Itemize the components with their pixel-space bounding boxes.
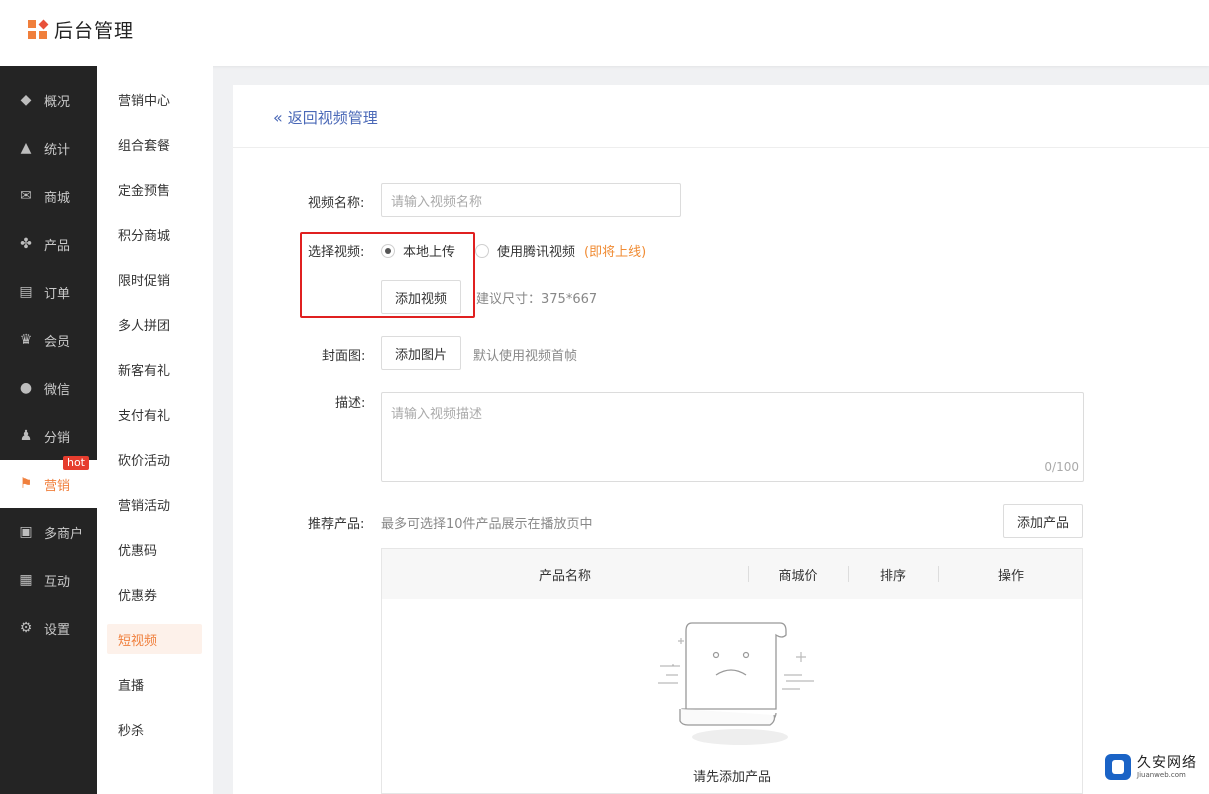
watermark-subtitle: Jiuanweb.com (1137, 770, 1186, 779)
submenu-item[interactable]: 直播 (97, 662, 213, 707)
sidebar-item-label: 会员 (44, 334, 71, 350)
hot-badge: hot (62, 456, 89, 470)
empty-state-text: 请先添加产品 (692, 770, 771, 785)
users-icon: ♟ (19, 428, 33, 444)
sidebar-item-label: 商城 (44, 190, 71, 206)
submenu-item[interactable]: 支付有礼 (97, 392, 213, 437)
grid-icon: ✤ (20, 236, 32, 252)
table-header: 产品名称 商城价 排序 操作 (382, 549, 1082, 599)
submenu-item[interactable]: 营销活动 (97, 482, 213, 527)
column-actions: 操作 (997, 568, 1024, 584)
sidebar-item-3[interactable]: ✤ 产品 (0, 220, 97, 268)
secondary-sidebar: 营销中心 组合套餐 定金预售 积分商城 限时促销 多人拼团 新客有礼 支付有礼 砍价活动 营销活动… (97, 66, 213, 794)
submenu-item[interactable]: 限时促销 (97, 257, 213, 302)
coming-soon-note: (即将上线) (584, 245, 647, 260)
radio-unchecked-icon (475, 243, 489, 258)
submenu-item[interactable]: 积分商城 (97, 212, 213, 257)
app-logo[interactable]: 后台管理 (28, 16, 134, 43)
sidebar-item-label: 概况 (44, 94, 71, 110)
submenu-item[interactable]: 定金预售 (97, 167, 213, 212)
sidebar-item-9[interactable]: ▣ 多商户 (0, 508, 97, 556)
size-hint: 建议尺寸：375*667 (476, 292, 598, 307)
description-label: 描述: (335, 396, 366, 411)
sidebar-item-1[interactable]: ▲ 统计 (0, 124, 97, 172)
submenu-item[interactable]: 砍价活动 (97, 437, 213, 482)
description-textarea[interactable]: 请输入视频描述 0/100 (381, 392, 1084, 482)
watermark: 久安网络 Jiuanweb.com (1105, 754, 1197, 780)
header-divider (233, 147, 1209, 148)
watermark-title: 久安网络 (1137, 754, 1197, 771)
sidebar-item-label: 产品 (44, 238, 71, 254)
gear-icon: ⚙ (19, 620, 33, 636)
sidebar-item-label: 分销 (44, 430, 71, 446)
app-title: 后台管理 (54, 20, 135, 42)
video-name-label: 视频名称: (308, 196, 365, 211)
submenu-item[interactable]: 组合套餐 (97, 122, 213, 167)
store-icon: ▣ (19, 524, 33, 540)
submenu-item[interactable]: 优惠码 (97, 527, 213, 572)
sidebar-item-11[interactable]: ⚙ 设置 (0, 604, 97, 652)
sidebar-item-label: 统计 (44, 142, 71, 158)
column-product-name: 产品名称 (538, 568, 591, 584)
sidebar-item-label: 互动 (44, 574, 71, 590)
chart-icon: ▲ (20, 140, 32, 156)
sidebar-item-4[interactable]: ▤ 订单 (0, 268, 97, 316)
char-count: 0/100 (1044, 460, 1079, 474)
add-image-button[interactable]: 添加图片 (381, 336, 461, 370)
mail-icon: ✉ (20, 188, 32, 204)
column-price: 商城价 (778, 568, 818, 584)
flag-icon: ⚑ (19, 476, 33, 492)
sidebar-item-7[interactable]: ♟ 分销 (0, 412, 97, 460)
sidebar-item-6[interactable]: ● 微信 (0, 364, 97, 412)
primary-sidebar: ◆ 概况 ▲ 统计 ✉ 商城 ✤ 产品 ▤ 订单 ♛ 会员 ● 微信 ♟ 分销 ⚑ 营销 hot ▣ 多商户 ▦ 互动 ⚙ 设置 (0, 66, 97, 794)
sidebar-item-10[interactable]: ▦ 互动 (0, 556, 97, 604)
product-table: 产品名称 商城价 排序 操作 请先添加产品 (381, 548, 1083, 794)
sidebar-item-label: 设置 (44, 622, 71, 638)
sidebar-item-label: 营销 (44, 478, 71, 494)
submenu-item[interactable]: 新客有礼 (97, 347, 213, 392)
sidebar-item-5[interactable]: ♛ 会员 (0, 316, 97, 364)
submenu-item[interactable]: 短视频 (107, 624, 202, 654)
back-link-label: 返回视频管理 (287, 109, 378, 127)
video-name-input[interactable]: 请输入视频名称 (381, 183, 681, 217)
submenu-item[interactable]: 秒杀 (97, 707, 213, 752)
top-header: 后台管理 (0, 0, 1209, 66)
sidebar-item-label: 多商户 (44, 526, 84, 542)
layers-icon: ◆ (20, 92, 32, 108)
sidebar-item-label: 微信 (44, 382, 71, 398)
watermark-logo-icon (1105, 754, 1131, 780)
sidebar-item-0[interactable]: ◆ 概况 (0, 76, 97, 124)
sidebar-item-label: 订单 (44, 286, 71, 302)
chat-icon: ● (19, 380, 33, 396)
back-link[interactable]: ‹‹ 返回视频管理 (273, 107, 378, 128)
submenu-item[interactable]: 营销中心 (97, 77, 213, 122)
sidebar-item-8[interactable]: ⚑ 营销 hot (0, 456, 97, 508)
empty-document-icon (658, 622, 814, 745)
add-product-button[interactable]: 添加产品 (1003, 504, 1083, 538)
description-placeholder: 请输入视频描述 (391, 407, 483, 422)
recommended-products-label: 推荐产品: (308, 517, 365, 532)
double-chevron-left-icon: ‹‹ (273, 108, 283, 127)
radio-tencent-label: 使用腾讯视频 (497, 245, 576, 260)
products-hint: 最多可选择10件产品展示在播放页中 (381, 517, 593, 532)
cover-label: 封面图: (322, 349, 366, 364)
apps-icon: ▦ (19, 572, 33, 588)
submenu-item[interactable]: 多人拼团 (97, 302, 213, 347)
cover-hint: 默认使用视频首帧 (473, 349, 578, 364)
sidebar-item-2[interactable]: ✉ 商城 (0, 172, 97, 220)
logo-icon (28, 19, 49, 40)
crown-icon: ♛ (19, 332, 33, 348)
clipboard-icon: ▤ (19, 284, 33, 300)
highlight-box (300, 232, 475, 318)
column-sort: 排序 (879, 568, 906, 584)
radio-tencent-video[interactable]: 使用腾讯视频 (即将上线) (475, 241, 646, 260)
submenu-item[interactable]: 优惠券 (97, 572, 213, 617)
